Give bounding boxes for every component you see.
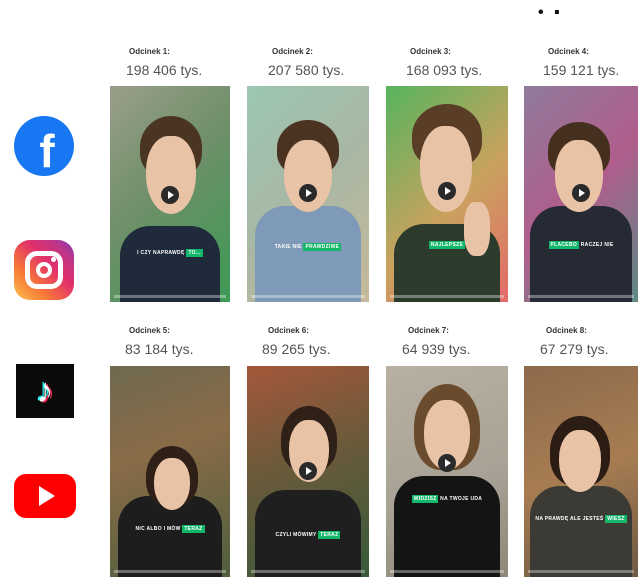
instagram-icon bbox=[14, 240, 74, 300]
episode-6-caption-highlight: TERAZ bbox=[318, 531, 341, 539]
episode-1-thumbnail[interactable]: I CZY NAPRAWDĘ TO... bbox=[110, 86, 230, 302]
episode-3-progress-bar bbox=[390, 295, 504, 298]
episode-6-views: 89 265 tys. bbox=[262, 341, 331, 357]
episode-5-progress-bar bbox=[114, 570, 226, 573]
episode-2-caption-highlight: PRAWDZIWE bbox=[303, 243, 342, 251]
episode-7-caption-text: NA TWOJE UDA bbox=[440, 496, 483, 502]
episode-4-play-icon[interactable] bbox=[572, 184, 590, 202]
episode-5-face bbox=[154, 458, 190, 510]
episode-6-caption: CZYLI MÓWIMY TERAZ bbox=[253, 531, 363, 539]
episode-8-label: Odcinek 8: bbox=[546, 326, 587, 335]
episode-8-caption-highlight: WIESZ bbox=[605, 515, 627, 523]
episode-6-thumbnail[interactable]: CZYLI MÓWIMY TERAZ bbox=[247, 366, 369, 577]
episode-4-progress-bar bbox=[528, 295, 634, 298]
episode-8-caption-text: NA PRAWDĘ ALE JESTEŚ bbox=[535, 516, 604, 522]
top-mark: • ▪ bbox=[538, 4, 563, 21]
youtube-play-triangle bbox=[39, 486, 55, 506]
episode-6-progress-bar bbox=[251, 570, 365, 573]
episode-1-torso bbox=[120, 226, 220, 302]
episode-5-caption-highlight: TERAZ bbox=[182, 525, 205, 533]
episode-2-caption-text: TAKIE NIE bbox=[274, 244, 302, 250]
episode-1-label: Odcinek 1: bbox=[129, 47, 170, 56]
tiktok-icon: ♪ bbox=[16, 364, 74, 418]
episode-5-thumbnail[interactable]: NIC ALBO I MÓW TERAZ bbox=[110, 366, 230, 577]
episode-2-play-icon[interactable] bbox=[299, 184, 317, 202]
episode-5-caption: NIC ALBO I MÓW TERAZ bbox=[116, 525, 224, 533]
episode-8-thumbnail[interactable]: NA PRAWDĘ ALE JESTEŚ WIESZ bbox=[524, 366, 638, 577]
episode-4-caption: PLACEBO RACZEJ NIE bbox=[530, 241, 632, 249]
episode-1-views: 198 406 tys. bbox=[126, 62, 203, 78]
episode-7-torso bbox=[394, 476, 500, 577]
episode-1-play-icon[interactable] bbox=[161, 186, 179, 204]
episode-4-thumbnail[interactable]: PLACEBO RACZEJ NIE bbox=[524, 86, 638, 302]
episode-6-label: Odcinek 6: bbox=[268, 326, 309, 335]
episode-2-progress-bar bbox=[251, 295, 365, 298]
episode-1-caption-highlight: TO... bbox=[186, 249, 203, 257]
youtube-icon bbox=[14, 474, 76, 518]
episode-3-caption-highlight: NAJLEPSZE bbox=[428, 241, 466, 249]
tiktok-glyph: ♪ bbox=[36, 371, 54, 410]
instagram-camera-ring bbox=[25, 251, 63, 289]
episode-6-caption-text: CZYLI MÓWIMY bbox=[275, 532, 317, 538]
episode-3-thumbnail[interactable]: NAJLEPSZE bbox=[386, 86, 508, 302]
episode-4-caption-highlight: PLACEBO bbox=[548, 241, 580, 249]
facebook-glyph: f bbox=[39, 125, 55, 177]
episode-4-torso bbox=[530, 206, 632, 302]
episode-3-caption: NAJLEPSZE bbox=[392, 241, 502, 249]
episode-2-caption: TAKIE NIE PRAWDZIWE bbox=[253, 243, 363, 251]
episode-7-play-icon[interactable] bbox=[438, 454, 456, 472]
episode-8-views: 67 279 tys. bbox=[540, 341, 609, 357]
facebook-icon: f bbox=[14, 116, 74, 177]
episode-8-face bbox=[559, 430, 601, 492]
episode-7-caption-highlight: WIDZISZ bbox=[411, 495, 439, 503]
episode-3-views: 168 093 tys. bbox=[406, 62, 483, 78]
episode-2-views: 207 580 tys. bbox=[268, 62, 345, 78]
episode-8-torso bbox=[530, 486, 632, 577]
episode-5-views: 83 184 tys. bbox=[125, 341, 194, 357]
episode-7-label: Odcinek 7: bbox=[408, 326, 449, 335]
episode-8-progress-bar bbox=[528, 570, 634, 573]
episode-7-thumbnail[interactable]: WIDZISZ NA TWOJE UDA bbox=[386, 366, 508, 577]
episode-1-caption-text: I CZY NAPRAWDĘ bbox=[137, 250, 185, 256]
episode-1-progress-bar bbox=[114, 295, 226, 298]
episode-2-thumbnail[interactable]: TAKIE NIE PRAWDZIWE bbox=[247, 86, 369, 302]
episode-7-progress-bar bbox=[390, 570, 504, 573]
episode-5-label: Odcinek 5: bbox=[129, 326, 170, 335]
episode-8-caption: NA PRAWDĘ ALE JESTEŚ WIESZ bbox=[530, 515, 632, 523]
episode-2-torso bbox=[255, 206, 361, 302]
episode-7-views: 64 939 tys. bbox=[402, 341, 471, 357]
episode-4-caption-text: RACZEJ NIE bbox=[580, 242, 614, 248]
episode-3-label: Odcinek 3: bbox=[410, 47, 451, 56]
episode-3-play-icon[interactable] bbox=[438, 182, 456, 200]
episode-4-views: 159 121 tys. bbox=[543, 62, 620, 78]
episode-5-caption-text: NIC ALBO I MÓW bbox=[135, 526, 181, 532]
episode-2-label: Odcinek 2: bbox=[272, 47, 313, 56]
episode-7-caption: WIDZISZ NA TWOJE UDA bbox=[392, 495, 502, 503]
episode-4-label: Odcinek 4: bbox=[548, 47, 589, 56]
episode-1-caption: I CZY NAPRAWDĘ TO... bbox=[116, 249, 224, 257]
episode-6-play-icon[interactable] bbox=[299, 462, 317, 480]
